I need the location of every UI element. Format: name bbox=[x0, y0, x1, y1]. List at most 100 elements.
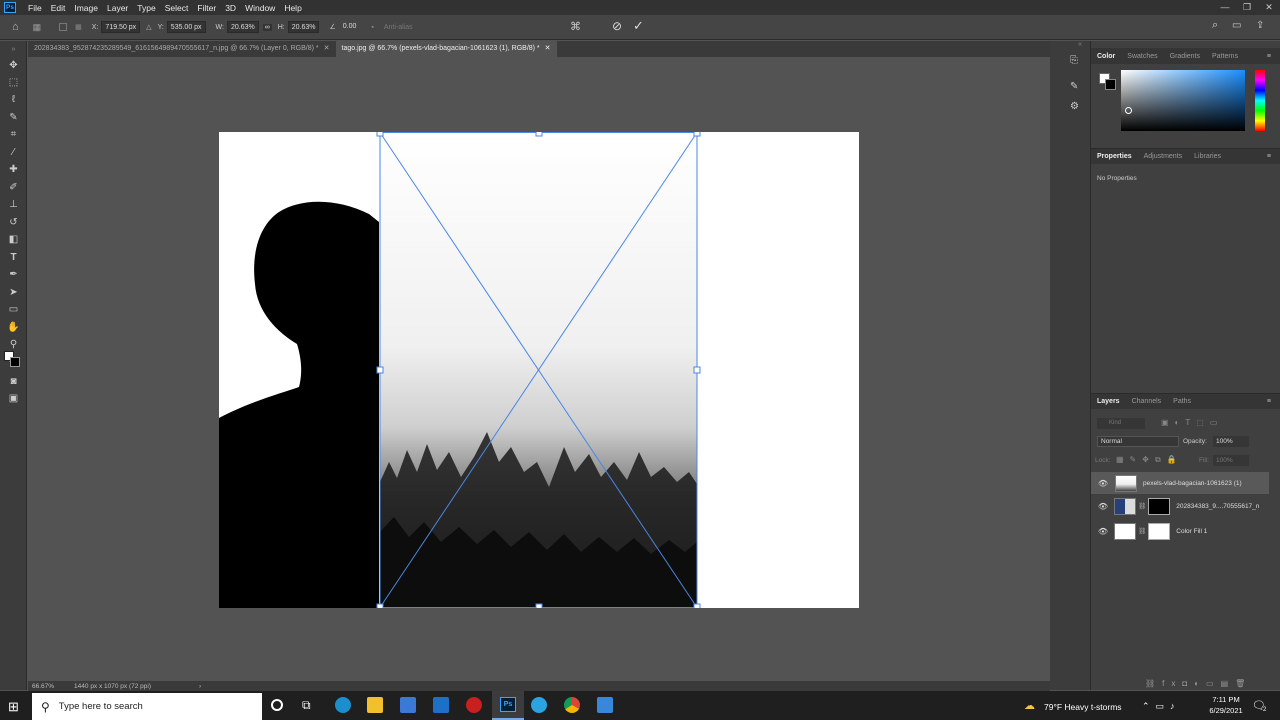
history-icon[interactable]: ⎘ bbox=[1070, 55, 1078, 66]
quick-select-tool-icon[interactable]: ✎ bbox=[6, 111, 21, 124]
transform-reference-icon[interactable]: ▦ bbox=[33, 22, 42, 33]
zoom-tool-icon[interactable]: ⚲ bbox=[6, 338, 21, 351]
photoshop-taskbar-button[interactable]: Ps bbox=[492, 691, 524, 720]
file-explorer-icon[interactable] bbox=[367, 697, 383, 713]
layer-row[interactable]: 👁 pexels-vlad-bagacian-1061623 (1) bbox=[1091, 472, 1269, 494]
menu-filter[interactable]: Filter bbox=[197, 3, 216, 13]
document-canvas[interactable] bbox=[219, 132, 859, 608]
search-icon[interactable]: ⌕ bbox=[1212, 19, 1218, 32]
menu-window[interactable]: Window bbox=[245, 3, 275, 13]
stamp-tool-icon[interactable]: ⊥ bbox=[6, 198, 21, 211]
adjustments-icon[interactable]: ⚙ bbox=[1070, 101, 1079, 112]
photos-icon[interactable] bbox=[597, 697, 613, 713]
history-brush-tool-icon[interactable]: ↺ bbox=[6, 216, 21, 229]
eraser-tool-icon[interactable]: ◧ bbox=[6, 233, 21, 246]
angle-field[interactable]: 0.00 bbox=[340, 21, 360, 33]
layer-kind-filter[interactable]: Kind bbox=[1097, 418, 1145, 429]
x-position-field[interactable]: 719.50 px bbox=[101, 21, 141, 33]
menu-image[interactable]: Image bbox=[74, 3, 98, 13]
panel-menu-icon[interactable]: ≡ bbox=[1261, 153, 1277, 160]
zoom-level[interactable]: 66.67% bbox=[32, 683, 54, 690]
menu-file[interactable]: File bbox=[28, 3, 42, 13]
cancel-transform-icon[interactable]: ⊘ bbox=[612, 19, 622, 33]
close-icon[interactable]: ✕ bbox=[1258, 0, 1280, 15]
home-icon[interactable]: ⌂ bbox=[12, 21, 19, 33]
tab-color[interactable]: Color bbox=[1091, 53, 1121, 60]
background-swatch[interactable] bbox=[1105, 79, 1116, 90]
close-tab-icon[interactable]: ✕ bbox=[324, 41, 330, 57]
menu-help[interactable]: Help bbox=[284, 3, 301, 13]
brush-settings-icon[interactable]: ✎ bbox=[1070, 81, 1078, 92]
visibility-eye-icon[interactable]: 👁 bbox=[1097, 502, 1109, 511]
reference-point-icon[interactable]: ▦ bbox=[75, 23, 82, 31]
hue-slider[interactable] bbox=[1255, 70, 1265, 131]
tab-document-1[interactable]: 202834383_952874235289549_61615649894705… bbox=[28, 41, 336, 57]
edge-icon[interactable] bbox=[335, 697, 351, 713]
cortana-icon[interactable] bbox=[271, 699, 283, 711]
opacity-field[interactable]: 100% bbox=[1213, 436, 1249, 447]
tab-gradients[interactable]: Gradients bbox=[1164, 53, 1206, 60]
mask-link-icon[interactable]: ⛓ bbox=[1138, 502, 1146, 510]
delta-icon[interactable]: △ bbox=[146, 23, 151, 31]
link-icon[interactable]: ∞ bbox=[262, 23, 272, 31]
height-field[interactable]: 20.63% bbox=[287, 21, 320, 33]
tab-adjustments[interactable]: Adjustments bbox=[1138, 153, 1189, 160]
tab-layers[interactable]: Layers bbox=[1091, 398, 1126, 405]
fill-field[interactable]: 100% bbox=[1213, 455, 1249, 466]
antialias-checkbox[interactable]: Anti-alias bbox=[384, 24, 413, 31]
panel-menu-icon[interactable]: ≡ bbox=[1261, 53, 1277, 60]
store-icon[interactable] bbox=[400, 697, 416, 713]
tab-swatches[interactable]: Swatches bbox=[1121, 53, 1163, 60]
taskbar-search[interactable]: ⚲ Type here to search bbox=[32, 693, 262, 720]
pen-tool-icon[interactable]: ✒ bbox=[6, 268, 21, 281]
telegram-icon[interactable] bbox=[531, 697, 547, 713]
tab-document-2[interactable]: tago.jpg @ 66.7% (pexels-vlad-bagacian-1… bbox=[335, 41, 557, 57]
share-icon[interactable]: ⇪ bbox=[1256, 20, 1264, 31]
color-picker-cursor[interactable] bbox=[1125, 107, 1132, 114]
collapse-icon[interactable]: » bbox=[6, 43, 21, 56]
eyedropper-tool-icon[interactable]: ⁄ bbox=[6, 146, 21, 159]
layer-row[interactable]: 👁 ⛓ Color Fill 1 bbox=[1091, 520, 1271, 542]
panel-menu-icon[interactable]: ≡ bbox=[1261, 398, 1277, 405]
tab-libraries[interactable]: Libraries bbox=[1188, 153, 1227, 160]
mail-icon[interactable] bbox=[433, 697, 449, 713]
brush-tool-icon[interactable]: ✐ bbox=[6, 181, 21, 194]
crop-tool-icon[interactable]: ⌗ bbox=[6, 128, 21, 141]
tray-icons[interactable]: ⌃▭♪ bbox=[1142, 701, 1181, 712]
weather-text[interactable]: 79°F Heavy t-storms bbox=[1044, 702, 1122, 712]
quick-mask-icon[interactable]: ◙ bbox=[6, 375, 21, 388]
lock-icons[interactable]: ▦✎✥⧉🔒 bbox=[1116, 455, 1183, 465]
y-position-field[interactable]: 535.00 px bbox=[166, 21, 206, 33]
restore-icon[interactable]: ❐ bbox=[1236, 0, 1258, 15]
layers-footer-icons[interactable]: ⛓fx◘◐▭▤🗑 bbox=[1145, 679, 1252, 688]
chrome-icon[interactable] bbox=[564, 697, 580, 713]
background-color-swatch[interactable] bbox=[10, 357, 20, 367]
lasso-tool-icon[interactable]: ℓ bbox=[6, 93, 21, 106]
tab-patterns[interactable]: Patterns bbox=[1206, 53, 1244, 60]
reference-point-checkbox[interactable] bbox=[59, 23, 68, 31]
screen-mode-icon[interactable]: ▣ bbox=[6, 392, 21, 405]
interpolation-icon[interactable]: ▪ bbox=[371, 24, 373, 31]
minimize-icon[interactable]: — bbox=[1214, 0, 1236, 15]
app-red-icon[interactable] bbox=[466, 697, 482, 713]
commit-transform-icon[interactable]: ✓ bbox=[633, 18, 644, 34]
warp-icon[interactable]: ⌘ bbox=[570, 20, 581, 33]
task-view-icon[interactable]: ⧉ bbox=[302, 698, 311, 713]
collapse-panels-icon[interactable]: « bbox=[1078, 41, 1082, 48]
visibility-eye-icon[interactable]: 👁 bbox=[1097, 479, 1109, 488]
marquee-tool-icon[interactable]: ⬚ bbox=[6, 76, 21, 89]
layer-filter-icons[interactable]: ▣◐T⬚▭ bbox=[1161, 418, 1223, 427]
windows-start-icon[interactable]: ⊞ bbox=[8, 699, 19, 715]
hand-tool-icon[interactable]: ✋ bbox=[6, 321, 21, 334]
healing-tool-icon[interactable]: ✚ bbox=[6, 163, 21, 176]
visibility-eye-icon[interactable]: 👁 bbox=[1097, 527, 1109, 536]
layer-mask-thumbnail[interactable] bbox=[1148, 497, 1171, 515]
move-tool-icon[interactable]: ✥ bbox=[6, 59, 21, 72]
layer-row[interactable]: 👁 ⛓ 202834383_9....70555617_n bbox=[1091, 495, 1271, 517]
rectangle-tool-icon[interactable]: ▭ bbox=[6, 303, 21, 316]
menu-layer[interactable]: Layer bbox=[107, 3, 128, 13]
tab-paths[interactable]: Paths bbox=[1167, 398, 1197, 405]
menu-edit[interactable]: Edit bbox=[51, 3, 66, 13]
menu-select[interactable]: Select bbox=[165, 3, 189, 13]
width-field[interactable]: 20.63% bbox=[226, 21, 259, 33]
